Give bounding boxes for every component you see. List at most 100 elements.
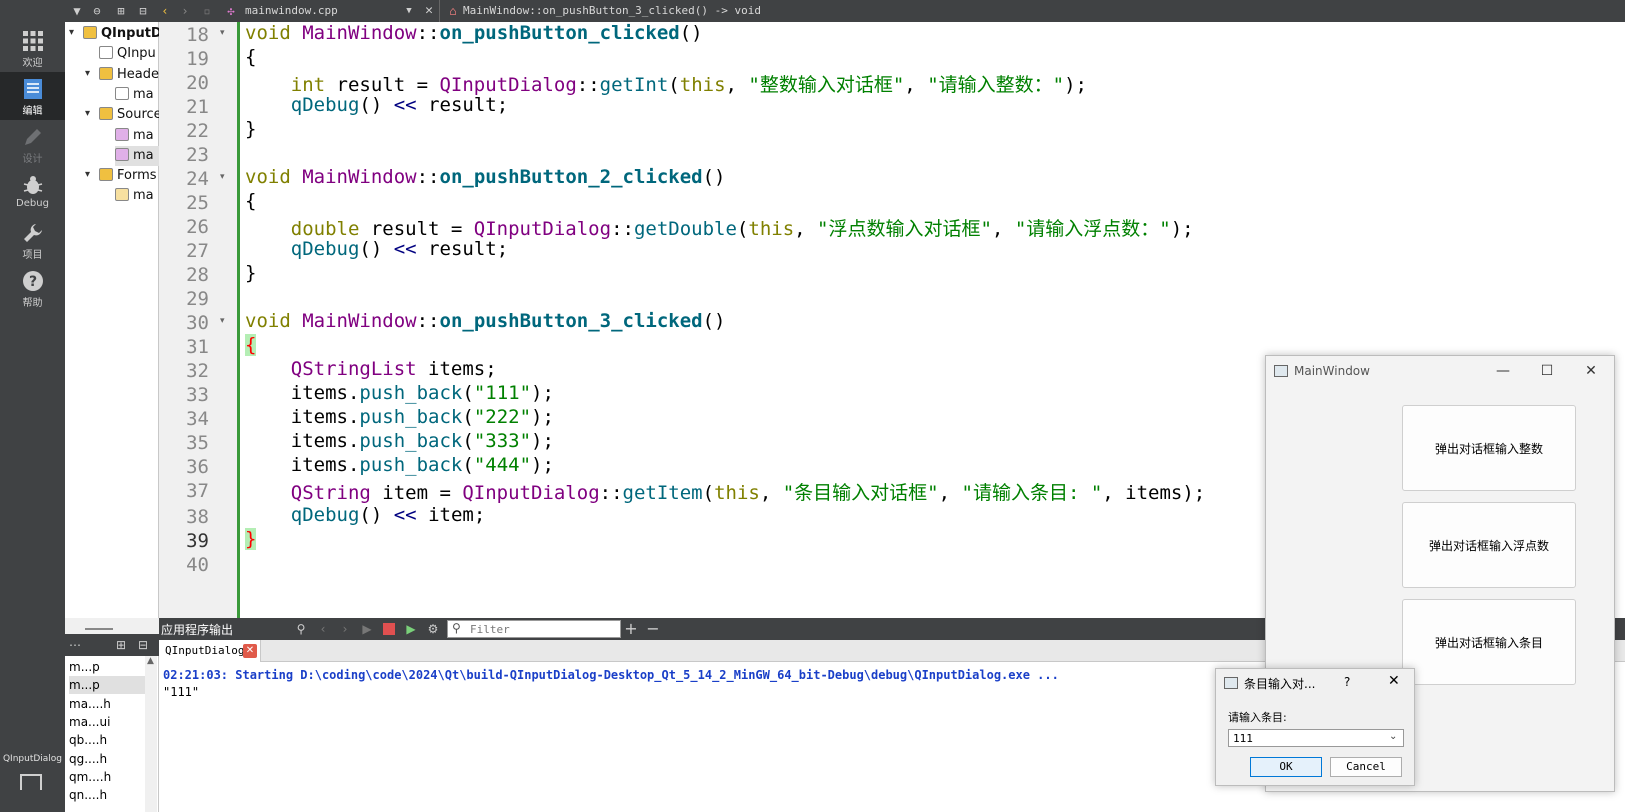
add-icon[interactable]: +	[623, 621, 639, 637]
open-document-item[interactable]: qb....h	[69, 731, 145, 749]
input-item-button[interactable]: 弹出对话框输入条目	[1402, 599, 1576, 685]
mode-edit[interactable]: 编辑	[0, 72, 65, 120]
open-documents-list: m...p m...p ma....h ma...ui qb....h qg....h qm…	[65, 656, 159, 812]
filter-icon[interactable]: ▼	[69, 3, 85, 19]
open-document-item[interactable]: qg....h	[69, 750, 145, 768]
link-icon[interactable]: ⊖	[89, 3, 105, 19]
fold-arrow-icon[interactable]: ▾	[220, 316, 225, 326]
mode-welcome[interactable]: 欢迎	[0, 24, 65, 72]
mode-label: 设计	[22, 154, 43, 165]
close-icon[interactable]: ✕	[421, 3, 437, 19]
gear-icon[interactable]: ⚙	[425, 621, 441, 637]
split-icon[interactable]: ⊞	[113, 3, 129, 19]
split-icon[interactable]: ⊞	[113, 637, 129, 653]
tree-item[interactable]: ma	[115, 145, 159, 166]
attach-icon[interactable]: ⚲	[293, 621, 309, 637]
expand-arrow-icon[interactable]: ▾	[85, 169, 90, 180]
open-document-item[interactable]: qn....h	[69, 786, 145, 804]
tree-item[interactable]: Heade	[99, 65, 159, 85]
line-number: 31	[186, 336, 209, 358]
ok-button[interactable]: OK	[1250, 757, 1322, 777]
mode-label: 帮助	[22, 298, 43, 309]
tree-item-label: Source	[117, 107, 159, 123]
item-combobox[interactable]: 111 ⌄	[1228, 729, 1404, 747]
open-file-name[interactable]: mainwindow.cpp	[245, 4, 338, 17]
line-number: 33	[186, 384, 209, 406]
current-symbol[interactable]: MainWindow::on_pushButton_3_clicked() ->…	[463, 4, 761, 17]
close-icon[interactable]: ✕	[1569, 356, 1613, 386]
tree-item-label: Forms	[117, 168, 157, 184]
maximize-icon[interactable]: ☐	[1525, 356, 1569, 386]
splitter-grip	[85, 628, 113, 630]
stop-icon[interactable]	[383, 623, 395, 635]
open-document-item[interactable]: m...p	[69, 658, 145, 676]
item-input-dialog: 条目输入对... ? ✕ 请输入条目: 111 ⌄ OK Cancel	[1215, 668, 1415, 786]
back-icon[interactable]: ‹	[157, 3, 173, 19]
edit-document-icon	[23, 79, 42, 99]
tab-qinputdialog[interactable]: QInputDialog ✕	[159, 640, 261, 662]
next-icon[interactable]: ›	[337, 621, 353, 637]
line-number: 21	[186, 96, 209, 118]
filter-input[interactable]: ⚲ Filter	[447, 620, 621, 638]
open-document-item[interactable]: m...p	[69, 676, 145, 695]
fold-arrow-icon[interactable]: ▾	[220, 28, 225, 38]
line-number: 38	[186, 506, 209, 528]
kit-selector-label[interactable]: QInputDialog	[0, 754, 65, 764]
chevron-down-icon[interactable]: ▼	[401, 3, 417, 19]
input-double-button[interactable]: 弹出对话框输入浮点数	[1402, 502, 1576, 588]
tree-item[interactable]: Forms	[99, 166, 159, 186]
tree-item[interactable]: QInputD	[83, 24, 159, 44]
minimize-icon[interactable]: —	[1481, 356, 1525, 386]
tree-item[interactable]: ma	[115, 85, 159, 105]
expand-arrow-icon[interactable]: ▾	[85, 108, 90, 119]
mode-projects[interactable]: 项目	[0, 216, 65, 264]
prev-icon[interactable]: ‹	[315, 621, 331, 637]
tree-item[interactable]: ma	[115, 186, 159, 206]
cancel-button[interactable]: Cancel	[1330, 757, 1402, 777]
mode-design[interactable]: 设计	[0, 120, 65, 168]
tree-item[interactable]: QInpu	[99, 44, 159, 64]
remove-icon[interactable]: −	[645, 621, 661, 637]
monitor-icon[interactable]	[20, 774, 42, 790]
expand-arrow-icon[interactable]: ▾	[69, 27, 74, 38]
more-icon[interactable]: ⋯	[67, 637, 83, 653]
cpp-file-icon: ✣	[227, 4, 235, 18]
close-icon[interactable]: ✕	[243, 644, 257, 658]
line-number: 20	[186, 72, 209, 94]
folder-icon	[99, 168, 113, 182]
line-number: 24	[186, 168, 209, 190]
run-icon[interactable]: ▶	[359, 621, 375, 637]
tree-item[interactable]: Source	[99, 105, 159, 125]
open-documents-toolbar: ⋯ ⊞ ⊟	[65, 634, 159, 656]
cpp-file-icon	[115, 147, 129, 161]
close-icon[interactable]: ✕	[1388, 673, 1400, 689]
help-icon: ?	[22, 271, 43, 291]
line-number: 36	[186, 456, 209, 478]
debug-run-icon[interactable]: ▶	[403, 621, 419, 637]
expand-arrow-icon[interactable]: ▾	[85, 68, 90, 79]
scrollbar[interactable]: ▲	[145, 656, 157, 812]
input-int-button[interactable]: 弹出对话框输入整数	[1402, 405, 1576, 491]
tree-item-label: Heade	[117, 66, 159, 82]
mode-label: 项目	[22, 250, 43, 261]
bug-icon	[23, 176, 42, 194]
splitter-handle[interactable]	[65, 618, 159, 634]
open-document-item[interactable]: ma...ui	[69, 713, 145, 731]
forward-icon[interactable]: ›	[177, 3, 193, 19]
tree-item[interactable]: ma	[115, 126, 159, 146]
close-sidebar-icon[interactable]: ⊟	[135, 637, 151, 653]
fold-arrow-icon[interactable]: ▾	[220, 172, 225, 182]
open-document-item[interactable]: ma....h	[69, 695, 145, 713]
scroll-up-icon[interactable]: ▲	[147, 656, 154, 666]
tree-item-label: ma	[133, 86, 154, 102]
line-number: 40	[186, 554, 209, 576]
close-sidebar-icon[interactable]: ⊟	[135, 3, 151, 19]
app-icon	[1224, 677, 1238, 689]
mode-help[interactable]: ? 帮助	[0, 264, 65, 312]
editor-toolbar: ▼ ⊖ ⊞ ⊟ ‹ › ▫ ✣ mainwindow.cpp ▼ ✕ ⌂ Mai…	[65, 0, 1625, 22]
mode-debug[interactable]: Debug	[0, 168, 65, 216]
grid-icon	[22, 31, 43, 51]
lock-icon: ▫	[203, 4, 211, 18]
help-button[interactable]: ?	[1344, 675, 1350, 689]
open-document-item[interactable]: qm....h	[69, 768, 145, 786]
